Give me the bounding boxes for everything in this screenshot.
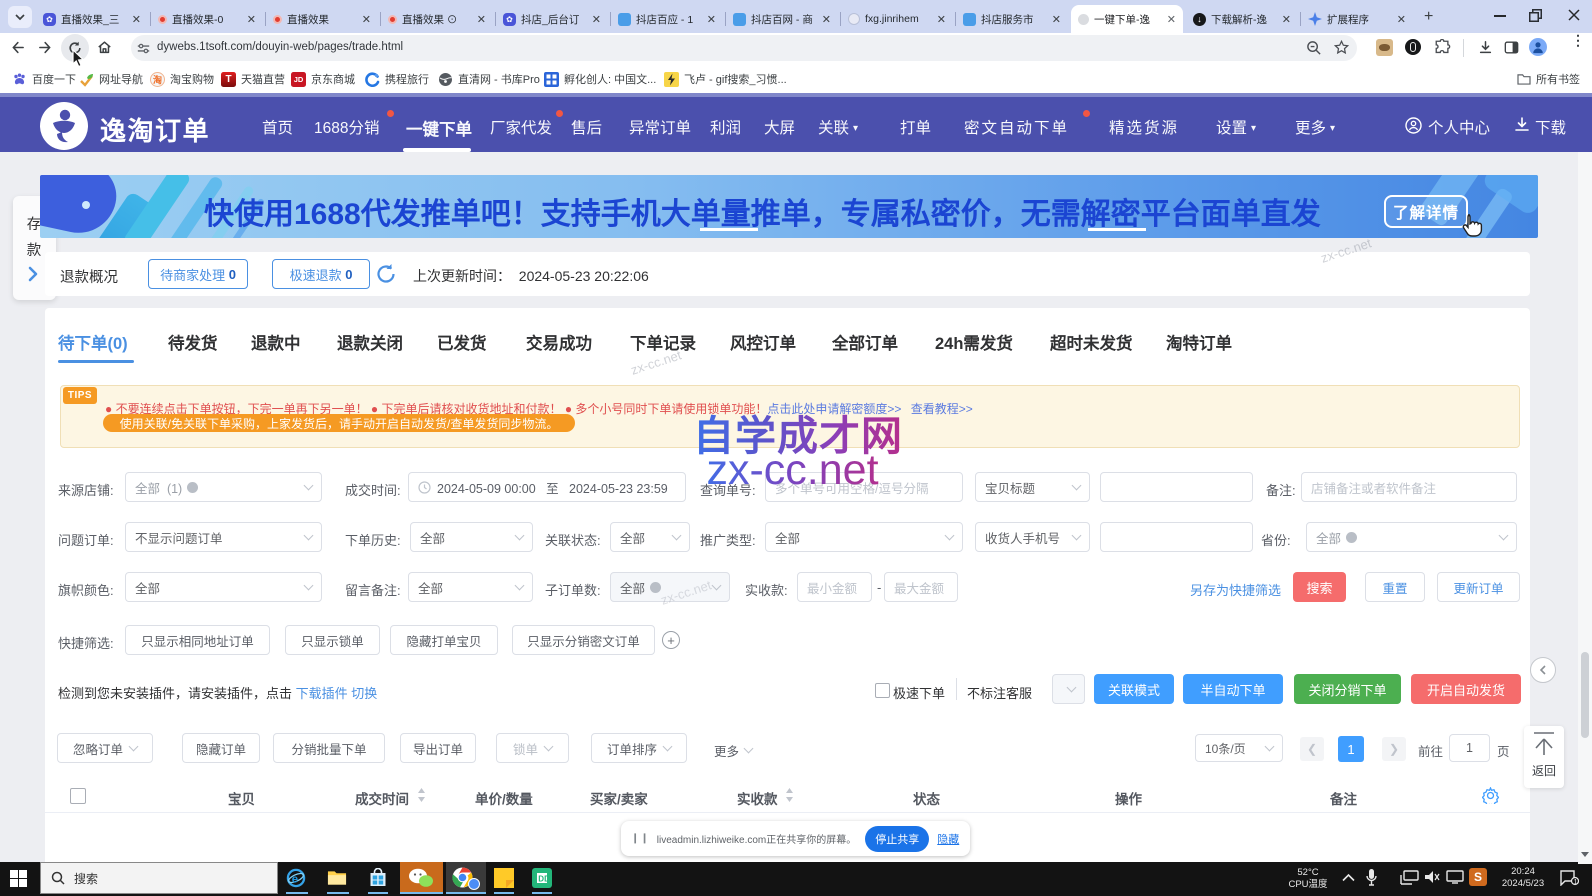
svg-text:1: 1 xyxy=(1574,879,1578,886)
svg-text:DD: DD xyxy=(538,874,550,883)
svg-text:e: e xyxy=(292,873,298,885)
